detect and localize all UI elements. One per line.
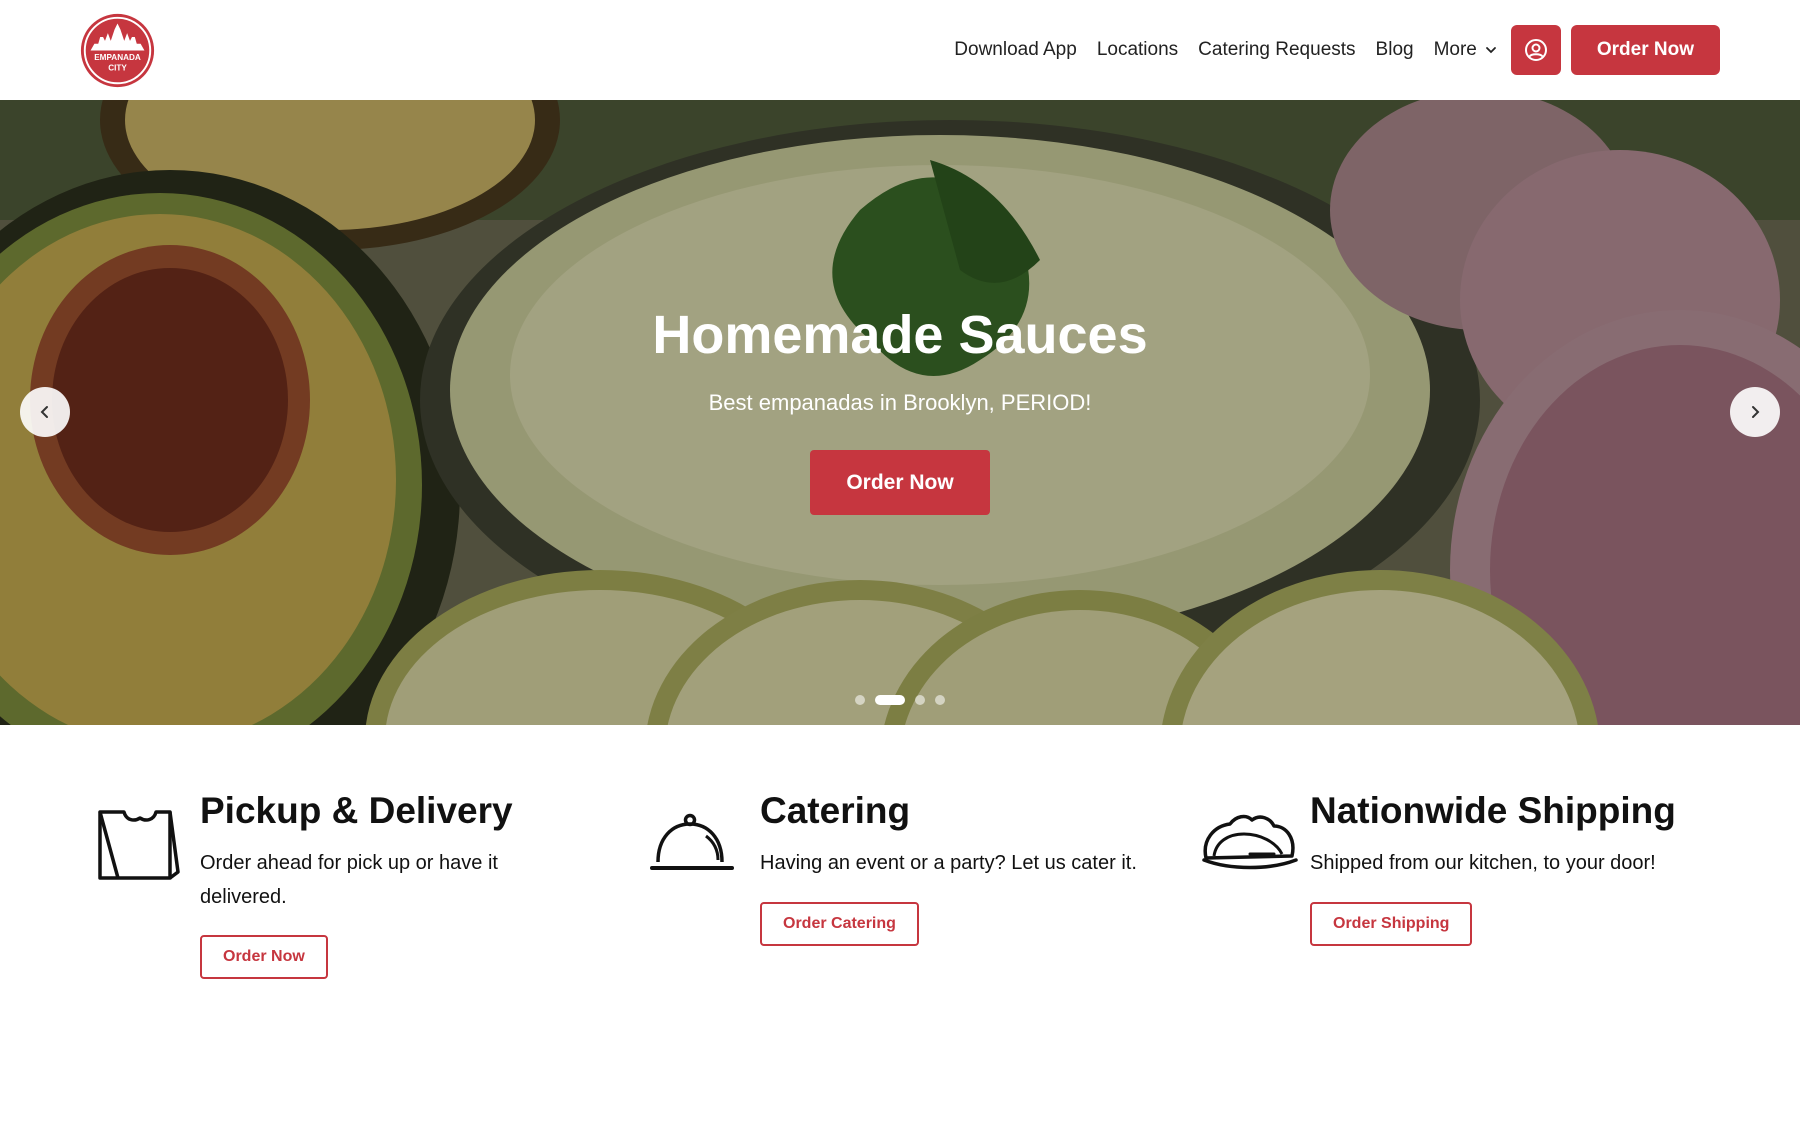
takeout-bag-icon <box>98 810 180 880</box>
main-nav: Download App Locations Catering Requests… <box>954 25 1720 75</box>
feature-description: Having an event or a party? Let us cater… <box>760 852 1137 874</box>
nav-locations[interactable]: Locations <box>1097 39 1178 61</box>
carousel-dot-4[interactable] <box>935 695 945 705</box>
hero-carousel: Homemade Sauces Best empanadas in Brookl… <box>0 100 1800 725</box>
carousel-dot-3[interactable] <box>915 695 925 705</box>
chevron-down-icon <box>1485 47 1496 54</box>
logo-line2: CITY <box>108 64 127 73</box>
order-shipping-button[interactable]: Order Shipping <box>1310 902 1473 946</box>
order-catering-button[interactable]: Order Catering <box>760 902 919 946</box>
chevron-right-icon <box>1752 406 1760 418</box>
user-circle-icon <box>1524 39 1547 61</box>
header-order-now-button[interactable]: Order Now <box>1570 25 1720 75</box>
carousel-dot-1[interactable] <box>855 695 865 705</box>
hero-title: Homemade Sauces <box>652 305 1148 365</box>
pickup-order-now-button[interactable]: Order Now <box>200 935 328 979</box>
empanada-city-logo-icon[interactable]: EMPANADA CITY <box>79 12 156 89</box>
feature-nationwide-shipping: Nationwide Shipping Shipped from our kit… <box>1200 790 1760 990</box>
nav-blog[interactable]: Blog <box>1376 39 1414 61</box>
cloche-icon <box>650 813 734 870</box>
nav-download-app[interactable]: Download App <box>954 39 1077 61</box>
feature-catering: Catering Having an event or a party? Let… <box>650 790 1210 990</box>
feature-title: Catering <box>760 790 911 831</box>
empanada-icon <box>1202 814 1298 870</box>
carousel-prev-button[interactable] <box>20 387 70 437</box>
feature-title: Pickup & Delivery <box>200 790 513 831</box>
carousel-dots <box>855 695 955 705</box>
logo-line1: EMPANADA <box>94 53 141 62</box>
feature-title: Nationwide Shipping <box>1310 790 1676 831</box>
nav-catering-requests[interactable]: Catering Requests <box>1198 39 1355 61</box>
carousel-next-button[interactable] <box>1730 387 1780 437</box>
feature-pickup-delivery: Pickup & Delivery Order ahead for pick u… <box>90 790 650 990</box>
feature-description: Order ahead for pick up or have it deliv… <box>200 852 498 908</box>
hero-subtitle: Best empanadas in Brooklyn, PERIOD! <box>708 390 1092 415</box>
nav-more-dropdown[interactable]: More <box>1434 39 1497 61</box>
hero-order-now-button[interactable]: Order Now <box>810 450 990 515</box>
site-header: EMPANADA CITY Download App Locations Cat… <box>0 0 1800 100</box>
chevron-left-icon <box>40 406 48 418</box>
feature-description: Shipped from our kitchen, to your door! <box>1310 852 1656 874</box>
nav-more-label: More <box>1433 39 1477 60</box>
carousel-dot-2[interactable] <box>875 695 905 705</box>
account-button[interactable] <box>1510 25 1561 75</box>
